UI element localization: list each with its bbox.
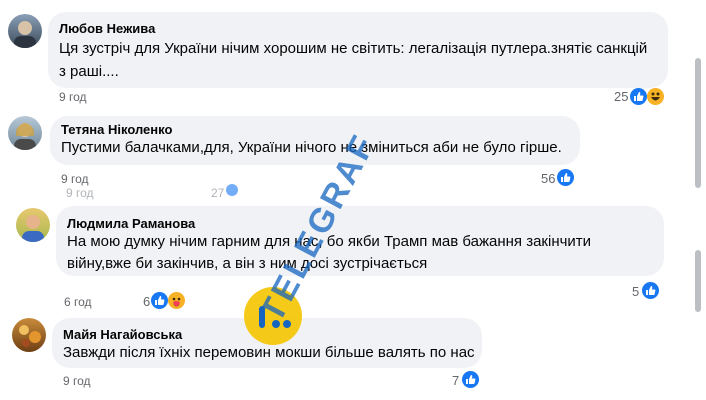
like-icon[interactable] xyxy=(462,371,479,388)
user-photo-icon xyxy=(19,325,41,347)
comment-time[interactable]: 9 год xyxy=(63,374,91,388)
avatar[interactable] xyxy=(12,318,46,352)
comment-author[interactable]: Майя Нагайовська xyxy=(63,327,182,342)
reactions-count[interactable]: 7 xyxy=(452,373,459,388)
